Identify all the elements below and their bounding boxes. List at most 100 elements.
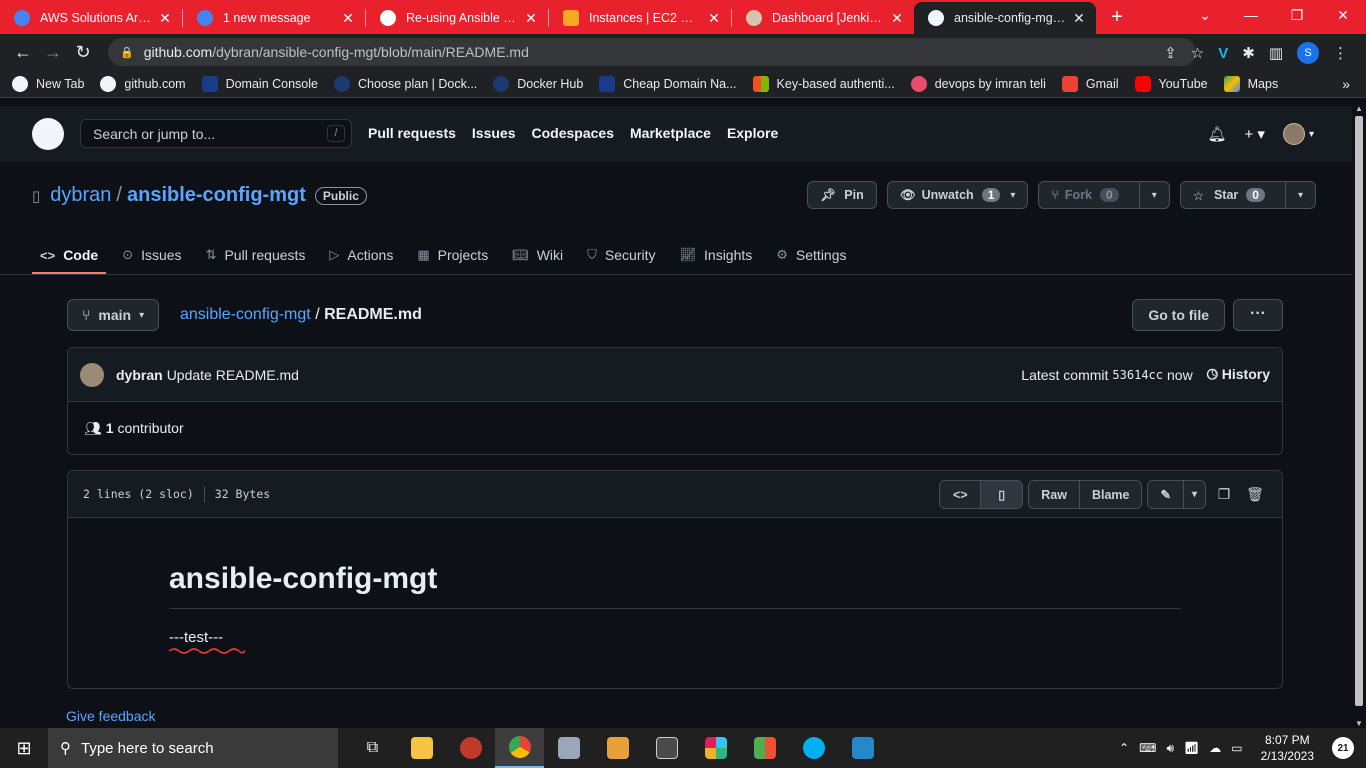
search-input[interactable]: Search or jump to... / [80, 119, 352, 148]
vimeo-extension-icon[interactable]: V [1218, 45, 1228, 62]
bookmark-item[interactable]: Cheap Domain Na... [599, 75, 737, 92]
tab-insights[interactable]: 📈︎ Insights [672, 236, 761, 274]
history-link[interactable]: 🕓︎ History [1207, 366, 1270, 383]
caret-down-icon[interactable]: ▾ [1284, 182, 1315, 208]
scroll-up-icon[interactable]: ▲ [1354, 104, 1364, 113]
scroll-down-icon[interactable]: ▼ [1354, 719, 1364, 728]
nav-codespaces[interactable]: Codespaces [532, 125, 614, 141]
tab-actions[interactable]: ▷ Actions [321, 236, 401, 274]
nav-explore[interactable]: Explore [727, 125, 778, 141]
browser-tab[interactable]: AWS Solutions Architect ✕ [0, 2, 182, 34]
close-tab-icon[interactable]: ✕ [524, 10, 538, 27]
browser-tab-active[interactable]: ansible-config-mgt/README ✕ [914, 2, 1096, 34]
forward-icon[interactable]: → [38, 42, 68, 63]
breadcrumb-repo-link[interactable]: ansible-config-mgt [180, 306, 311, 323]
commit-sha[interactable]: 53614cc [1112, 368, 1163, 382]
browser-tab[interactable]: Dashboard [Jenkins] ✕ [732, 2, 914, 34]
repo-name-link[interactable]: ansible-config-mgt [127, 184, 306, 207]
contributors-row[interactable]: 👥︎ 1 contributor [68, 402, 1282, 454]
browser-tab[interactable]: Re-using Ansible artifacts ✕ [366, 2, 548, 34]
caret-down-icon[interactable]: ▾ [1138, 182, 1169, 208]
taskbar-search-input[interactable]: ⚲ Type here to search [48, 728, 338, 768]
go-to-file-button[interactable]: Go to file [1132, 299, 1225, 331]
github-logo-icon[interactable] [32, 118, 64, 150]
share-icon[interactable]: ⇪ [1164, 44, 1177, 62]
back-icon[interactable]: ← [8, 42, 38, 63]
minimize-icon[interactable]: — [1228, 0, 1274, 32]
close-tab-icon[interactable]: ✕ [341, 10, 355, 27]
close-tab-icon[interactable]: ✕ [890, 10, 904, 27]
bookmark-item[interactable]: Domain Console [201, 75, 318, 92]
browser-tab[interactable]: 1 new message ✕ [183, 2, 365, 34]
notification-badge[interactable]: 21 [1332, 737, 1354, 759]
tab-issues[interactable]: ⊙ Issues [114, 236, 189, 274]
side-panel-icon[interactable]: ▥ [1269, 44, 1283, 62]
vscode-icon[interactable] [838, 728, 887, 768]
source-view-button[interactable]: <> [940, 481, 981, 508]
copy-icon[interactable]: ❐ [1211, 486, 1237, 503]
nav-pull-requests[interactable]: Pull requests [368, 125, 456, 141]
chevron-up-icon[interactable]: ⌃ [1119, 741, 1129, 755]
extensions-puzzle-icon[interactable]: ✱ [1242, 44, 1255, 62]
restore-icon[interactable]: ❐ [1274, 0, 1320, 32]
tab-search-icon[interactable]: ⌄ [1182, 0, 1228, 32]
cloud-icon[interactable]: ☁ [1209, 741, 1221, 755]
close-tab-icon[interactable]: ✕ [158, 10, 172, 27]
bookmark-star-icon[interactable]: ☆ [1191, 44, 1204, 62]
nav-marketplace[interactable]: Marketplace [630, 125, 711, 141]
address-bar[interactable]: 🔒 github.com/dybran/ansible-config-mgt/b… [108, 38, 1196, 66]
tab-code[interactable]: <> Code [32, 236, 107, 274]
create-new-icon[interactable]: + ▾ [1245, 125, 1265, 143]
bookmark-item[interactable]: Maps [1223, 75, 1278, 92]
pin-button[interactable]: 📌︎ Pin [807, 181, 877, 209]
volume-icon[interactable]: 🔊︎ [1166, 741, 1174, 756]
blame-button[interactable]: Blame [1078, 481, 1142, 508]
star-button[interactable]: ☆ Star 0 ▾ [1179, 181, 1316, 209]
page-scrollbar[interactable]: ▲ ▼ [1352, 104, 1366, 728]
screenshot-tool-icon[interactable] [642, 728, 691, 768]
profile-avatar[interactable]: S [1297, 42, 1319, 64]
raw-button[interactable]: Raw [1029, 481, 1079, 508]
bell-icon[interactable]: 🔔︎ [1207, 125, 1226, 143]
commit-message[interactable]: Update README.md [167, 367, 299, 383]
nav-issues[interactable]: Issues [472, 125, 516, 141]
rendered-view-button[interactable]: ▯ [980, 481, 1023, 508]
trash-icon[interactable]: 🗑︎ [1242, 486, 1268, 503]
system-clock[interactable]: 8:07 PM 2/13/2023 [1261, 732, 1314, 764]
bookmark-item[interactable]: New Tab [12, 75, 84, 92]
task-view-icon[interactable]: ⧉ [348, 728, 397, 768]
edit-pencil-icon[interactable]: ✎ [1148, 481, 1183, 508]
repo-owner-link[interactable]: dybran [50, 184, 111, 207]
browser-menu-icon[interactable]: ⋮ [1333, 44, 1348, 62]
bookmark-item[interactable]: Docker Hub [493, 75, 583, 92]
skype-icon[interactable] [789, 728, 838, 768]
wifi-icon[interactable]: 📶︎ [1184, 741, 1199, 755]
user-menu[interactable]: ▾ [1282, 123, 1314, 145]
media-player-icon[interactable] [593, 728, 642, 768]
bookmark-item[interactable]: YouTube [1134, 75, 1208, 92]
git-icon[interactable] [740, 728, 789, 768]
bookmark-item[interactable]: Choose plan | Dock... [334, 75, 477, 92]
photos-icon[interactable] [544, 728, 593, 768]
chrome-icon[interactable] [495, 728, 544, 768]
close-window-icon[interactable]: ✕ [1320, 0, 1366, 32]
give-feedback-link[interactable]: Give feedback [66, 708, 156, 724]
close-tab-icon[interactable]: ✕ [707, 10, 721, 27]
tab-projects[interactable]: ▦ Projects [409, 236, 496, 274]
file-explorer-icon[interactable] [397, 728, 446, 768]
avatar[interactable] [80, 362, 104, 387]
bookmark-item[interactable]: github.com [100, 75, 186, 92]
browser-tab[interactable]: Instances | EC2 Management ✕ [549, 2, 731, 34]
bookmark-item[interactable]: devops by imran teli [910, 75, 1046, 92]
keyboard-icon[interactable]: ⌨ [1139, 741, 1156, 755]
battery-icon[interactable]: ▭ [1231, 741, 1242, 755]
commit-author[interactable]: dybran [116, 367, 163, 383]
tab-pull-requests[interactable]: ⇅ Pull requests [198, 236, 314, 274]
new-tab-button[interactable]: + [1102, 6, 1132, 29]
bookmark-item[interactable]: Gmail [1061, 75, 1119, 92]
tab-settings[interactable]: ⚙ Settings [768, 236, 854, 274]
scrollbar-thumb[interactable] [1355, 116, 1363, 706]
windows-start-icon[interactable]: ⊞ [0, 738, 48, 759]
reload-icon[interactable]: ↻ [68, 42, 98, 63]
more-bookmarks-icon[interactable]: » [1342, 76, 1350, 92]
